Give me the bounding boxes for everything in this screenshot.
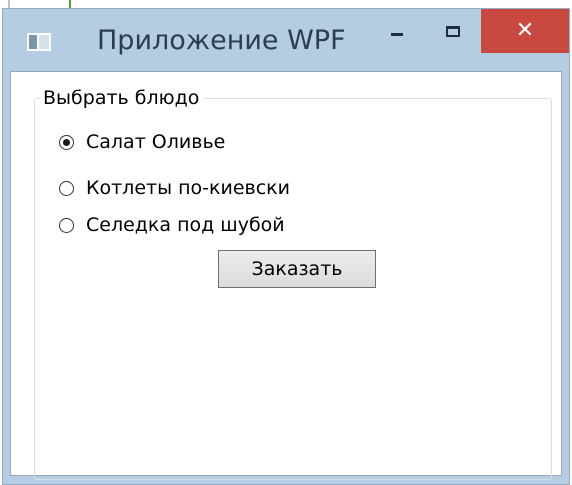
minimize-icon [391,32,403,36]
close-icon: ✕ [515,18,535,43]
radio-label: Котлеты по-киевски [86,177,291,199]
window-content: Выбрать блюдо Салат Оливье Котлеты по-ки… [10,71,562,480]
radio-button[interactable] [59,217,74,233]
radio-option-herring[interactable]: Селедка под шубой [59,211,285,239]
radio-button[interactable] [59,180,74,196]
background-window-border [8,0,10,8]
wpf-window-icon[interactable] [27,33,51,51]
title-bar[interactable]: Приложение WPF ✕ [3,9,569,71]
order-button[interactable]: Заказать [218,250,376,288]
app-window: Приложение WPF ✕ Выбрать блюдо Салат Оли… [2,8,570,485]
maximize-icon [446,25,460,37]
groupbox-header: Выбрать блюдо [41,86,205,110]
close-button[interactable]: ✕ [481,9,569,53]
background-window-edge [0,0,572,8]
minimize-button[interactable] [369,9,425,53]
radio-button[interactable] [59,134,74,150]
radio-option-kiev-cutlets[interactable]: Котлеты по-киевски [59,174,290,202]
background-window-accent [69,0,71,8]
radio-label: Селедка под шубой [86,214,285,236]
radio-label: Салат Оливье [86,131,226,153]
window-title: Приложение WPF [97,25,346,56]
maximize-button[interactable] [425,9,481,53]
radio-option-olivier[interactable]: Салат Оливье [59,128,225,156]
